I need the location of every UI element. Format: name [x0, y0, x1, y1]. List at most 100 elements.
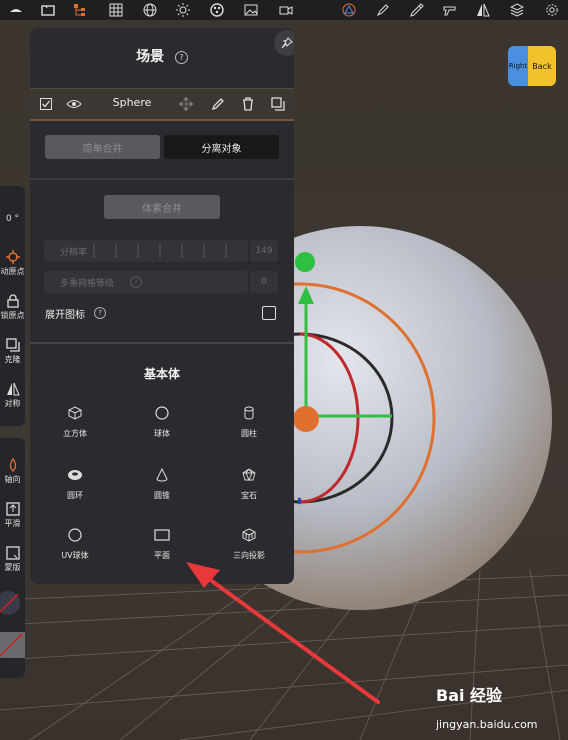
material-icon[interactable] — [207, 0, 227, 20]
primitive-torus[interactable]: 圆环 — [45, 468, 105, 501]
cylinder-icon — [244, 406, 254, 420]
primitive-label: 圆柱 — [241, 429, 257, 438]
camera-icon[interactable] — [276, 0, 296, 20]
upload-box-icon — [5, 502, 20, 516]
primitive-triplanar[interactable]: 三向投影 — [219, 528, 279, 561]
voxel-merge-button[interactable]: 体素合并 — [104, 195, 220, 219]
mirror-icon — [6, 382, 20, 396]
angle-readout: 0 ° — [5, 214, 20, 224]
primitive-cone[interactable]: 圆锥 — [132, 468, 192, 501]
primitive-sphere[interactable]: 球体 — [132, 406, 192, 439]
object-name: Sphere — [112, 96, 152, 109]
settings-icon[interactable] — [542, 0, 562, 20]
primitive-label: 宝石 — [241, 491, 257, 500]
cube-icon — [68, 406, 82, 420]
gizmo-y-handle — [295, 252, 315, 272]
axis-tool[interactable]: 轴向 — [0, 458, 25, 485]
divider — [30, 178, 294, 180]
duplicate-icon[interactable] — [270, 96, 286, 112]
panel-title: 场景 ? — [30, 46, 294, 66]
uv-sphere-icon — [68, 528, 82, 542]
trash-icon[interactable] — [240, 96, 256, 112]
object-row-sphere[interactable]: Sphere — [30, 88, 294, 121]
smooth-tool[interactable]: 平滑 — [0, 502, 25, 529]
checkbox-icon[interactable] — [38, 96, 54, 112]
axis-label: 轴向 — [4, 475, 21, 484]
multires-slider[interactable]: 多重网格等级 ? — [44, 271, 248, 293]
watermark-brand: Bai 经验 — [436, 686, 503, 705]
brush-sphere-icon[interactable] — [337, 0, 361, 20]
gun-icon[interactable] — [440, 0, 460, 20]
pencil-icon[interactable] — [210, 96, 226, 112]
pen-icon[interactable] — [373, 0, 393, 20]
expand-icons-checkbox[interactable] — [262, 306, 276, 320]
divider — [30, 342, 294, 344]
scene-panel: 场景 ? Sphere 简单合并 分离对象 体素合并 分辨率 149 多重网格等… — [30, 28, 294, 584]
left-tool-strip-lower: 轴向 平滑 蒙版 — [0, 438, 25, 678]
watermark-url: jingyan.baidu.com — [436, 718, 538, 731]
primitive-gem[interactable]: 宝石 — [219, 468, 279, 501]
multires-label: 多重网格等级 — [60, 279, 115, 289]
primitive-uv-sphere[interactable]: UV球体 — [45, 528, 105, 561]
symmetry-label: 对称 — [4, 399, 21, 408]
view-cube[interactable]: Right Back — [508, 46, 556, 86]
mask-label: 蒙版 — [4, 563, 21, 572]
brush-icon[interactable] — [407, 0, 427, 20]
clone-tool[interactable]: 克隆 — [0, 338, 25, 365]
primitive-label: UV球体 — [61, 551, 89, 560]
grid-icon[interactable] — [106, 0, 126, 20]
symmetry-tool[interactable]: 对称 — [0, 382, 25, 409]
mask-tool[interactable]: 蒙版 — [0, 546, 25, 573]
primitive-cylinder[interactable]: 圆柱 — [219, 406, 279, 439]
separate-objects-button[interactable]: 分离对象 — [164, 135, 279, 159]
triplanar-icon — [242, 528, 256, 542]
symmetry-icon[interactable] — [473, 0, 493, 20]
hat-icon[interactable] — [6, 0, 26, 20]
help-icon[interactable]: ? — [174, 50, 188, 64]
multires-help-icon[interactable]: ? — [130, 276, 142, 288]
folder-icon[interactable] — [38, 0, 58, 20]
top-toolbar — [0, 0, 568, 20]
primitive-label: 平面 — [154, 551, 170, 560]
clone-label: 克隆 — [4, 355, 21, 364]
simple-merge-button[interactable]: 简单合并 — [45, 135, 160, 159]
lock-icon — [6, 294, 19, 308]
plane-icon — [154, 529, 170, 541]
globe-icon[interactable] — [140, 0, 160, 20]
move-origin-tool[interactable]: 动原点 — [0, 250, 25, 277]
primitive-plane[interactable]: 平面 — [132, 528, 192, 561]
view-cube-back-face[interactable]: Back — [528, 46, 556, 86]
primitive-cube[interactable]: 立方体 — [45, 406, 105, 439]
sphere-icon — [155, 406, 169, 420]
clone-icon — [5, 338, 20, 352]
color-swatch-primary[interactable] — [0, 588, 25, 618]
move-arrows-icon[interactable] — [178, 96, 194, 112]
eye-icon[interactable] — [66, 96, 82, 112]
lock-origin-label: 锁原点 — [0, 311, 25, 320]
resolution-slider[interactable]: 分辨率 — [44, 240, 248, 262]
cone-icon — [156, 468, 168, 482]
image-icon[interactable] — [241, 0, 261, 20]
layers-icon[interactable] — [507, 0, 527, 20]
gem-icon — [242, 468, 256, 482]
multires-value[interactable]: 0 — [250, 271, 278, 293]
torus-icon — [68, 470, 82, 480]
pin-button[interactable] — [274, 30, 294, 56]
lock-origin-tool[interactable]: 锁原点 — [0, 294, 25, 321]
primitive-label: 圆锥 — [154, 491, 170, 500]
left-tool-strip-upper: 0 ° 动原点 锁原点 克隆 对称 — [0, 186, 25, 426]
panel-title-text: 场景 — [136, 49, 165, 65]
primitive-label: 立方体 — [63, 429, 87, 438]
sun-icon[interactable] — [173, 0, 193, 20]
scene-tree-icon[interactable] — [70, 0, 90, 20]
view-cube-right-face[interactable]: Right — [508, 46, 528, 86]
resolution-value[interactable]: 149 — [250, 240, 278, 262]
slider-ticks — [93, 244, 227, 258]
gizmo-center — [293, 406, 319, 432]
primitive-label: 球体 — [154, 429, 170, 438]
mask-icon — [5, 546, 20, 560]
expand-icons-help-icon[interactable]: ? — [94, 307, 106, 319]
baidu-watermark: Bai 经验 jingyan.baidu.com — [432, 680, 562, 736]
primitive-label: 三向投影 — [233, 551, 265, 560]
color-swatch-secondary[interactable] — [0, 632, 25, 658]
